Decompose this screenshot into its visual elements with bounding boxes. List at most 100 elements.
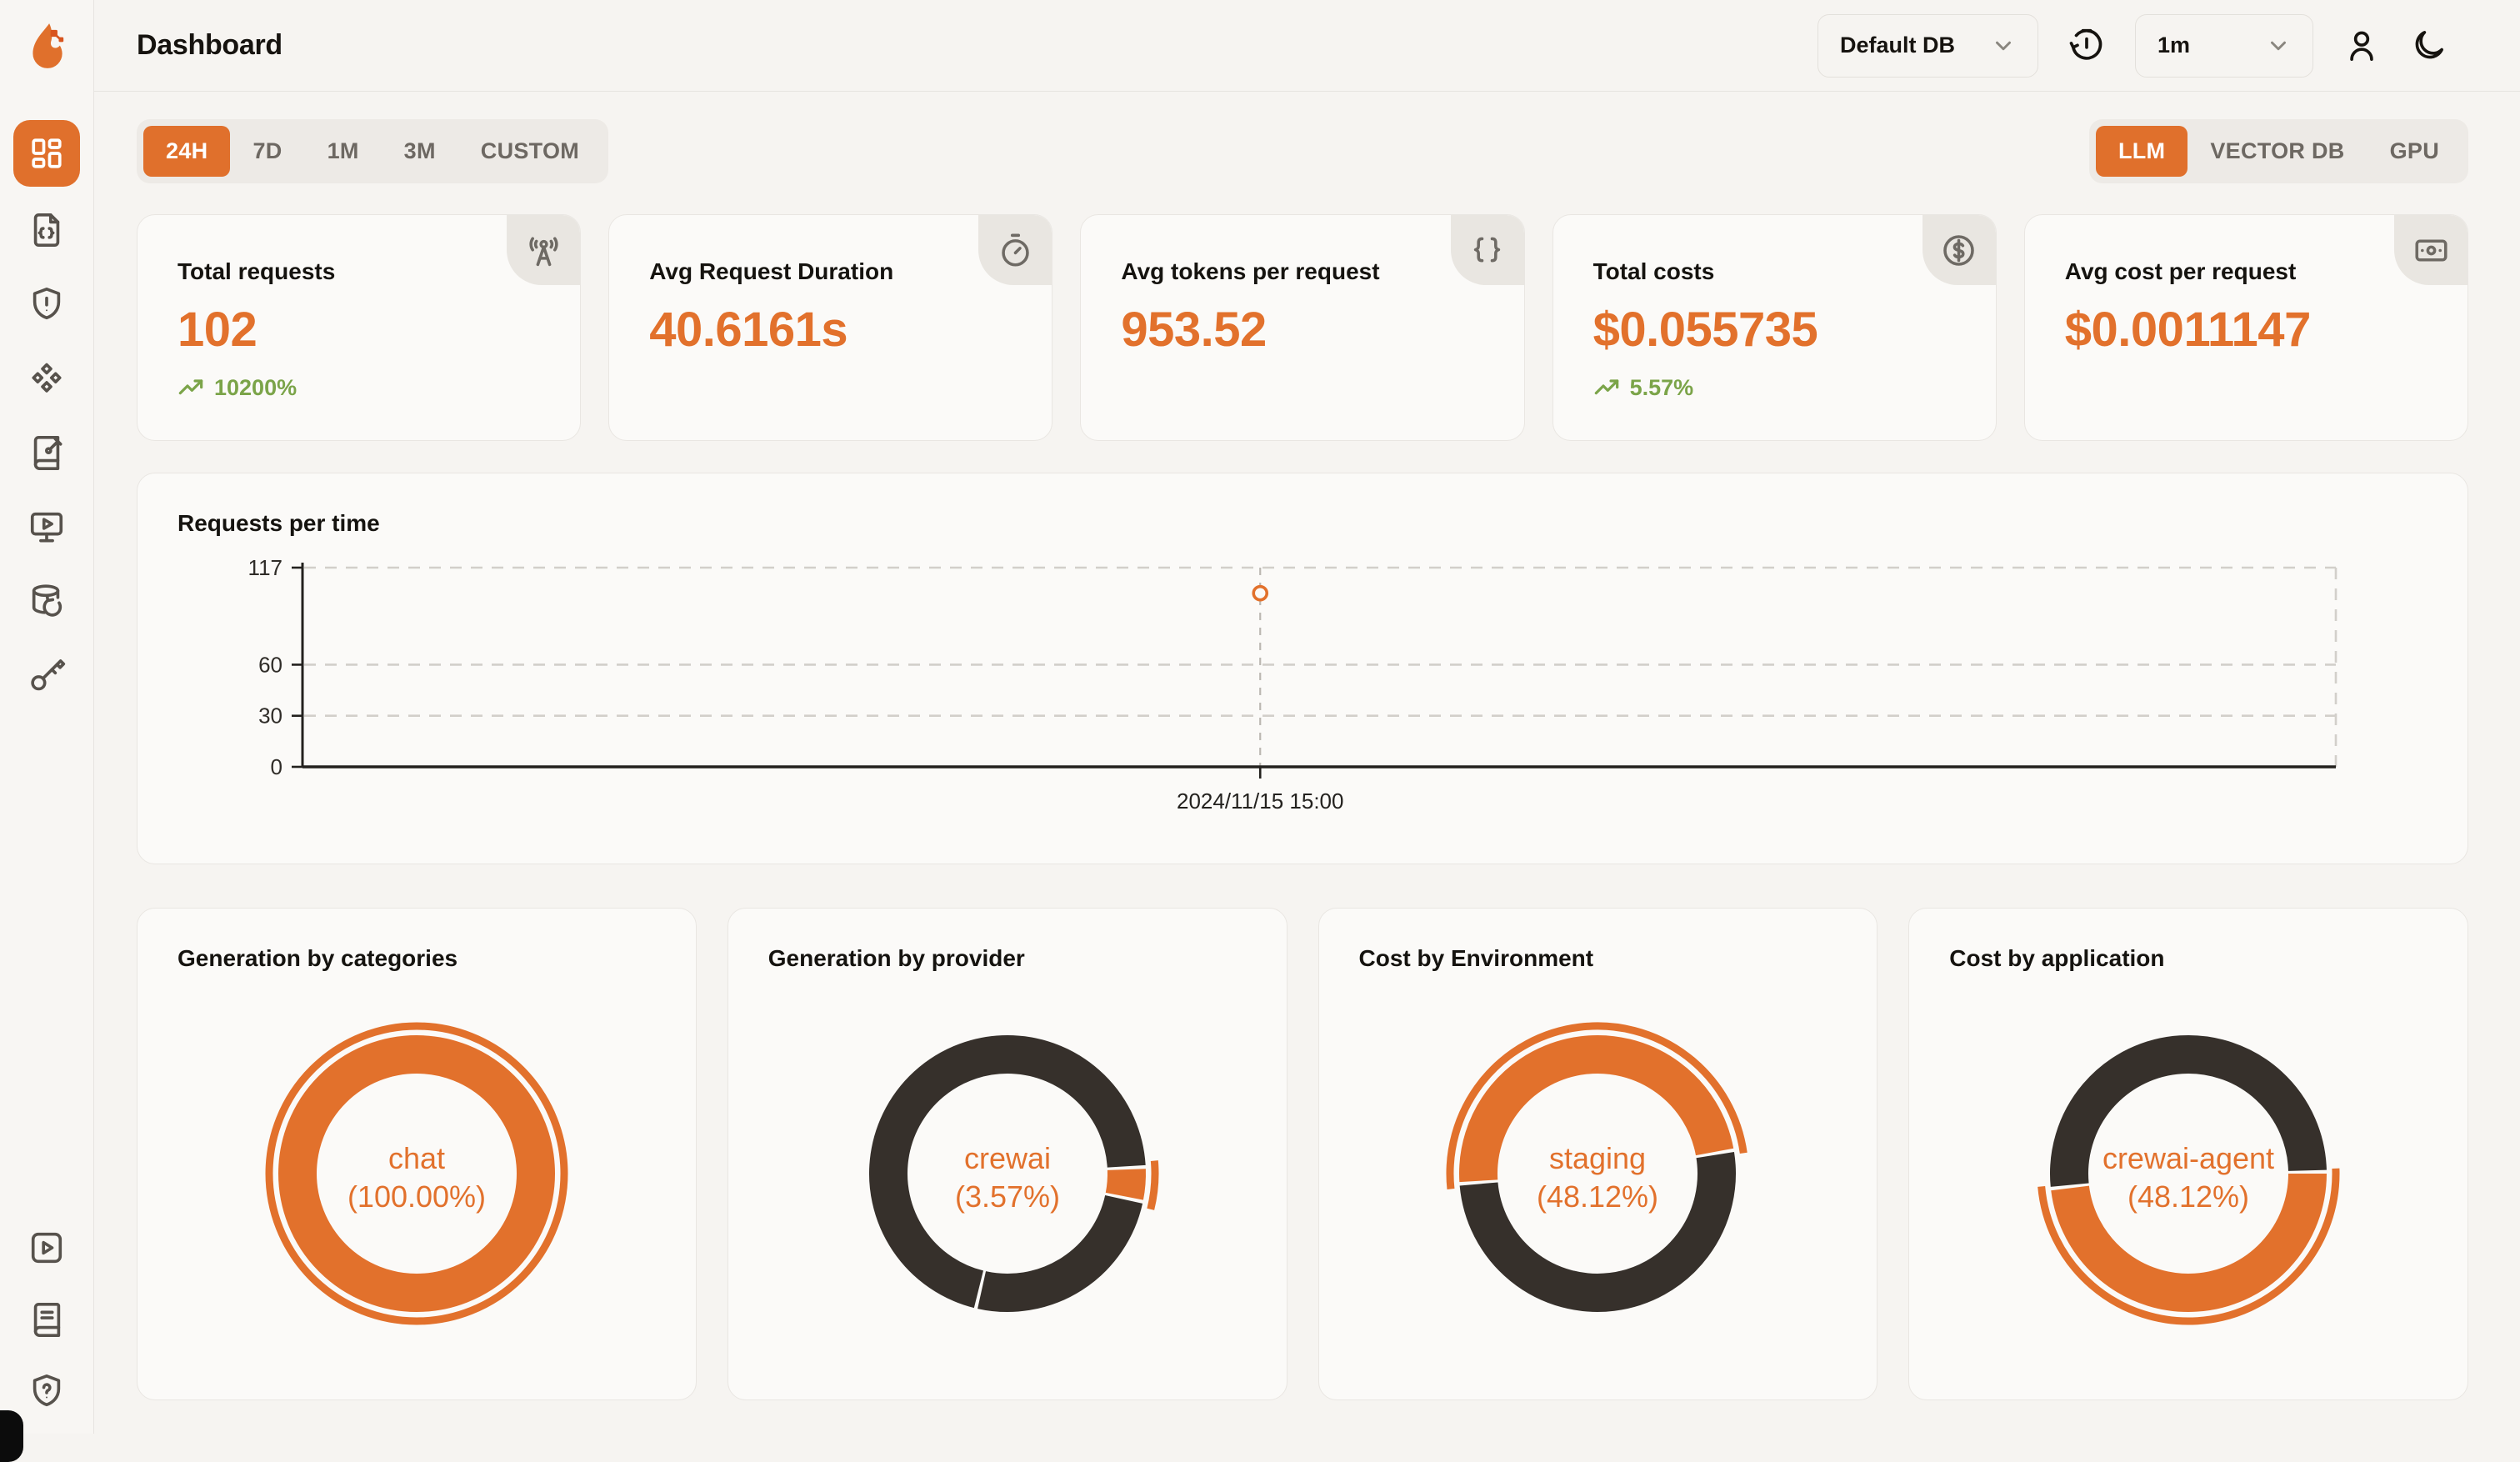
flame-logo-icon <box>25 22 68 70</box>
sidebar-item-tutorials[interactable] <box>13 1228 80 1268</box>
stat-label: Avg tokens per request <box>1121 258 1483 285</box>
interval-selector[interactable]: 1m <box>2135 14 2313 78</box>
sidebar-item-api-keys[interactable] <box>13 655 80 695</box>
sidebar <box>0 0 94 1434</box>
stat-trend: 5.57% <box>1593 374 1956 401</box>
stat-card-avg-duration: Avg Request Duration 40.6161s <box>608 214 1052 441</box>
stat-cards-row: Total requests 102 10200% <box>137 214 2468 441</box>
sidebar-bottom-group <box>13 1228 80 1411</box>
chart-title: Cost by application <box>1949 945 2164 972</box>
stat-value: 953.52 <box>1121 302 1483 358</box>
sidebar-item-components[interactable] <box>13 358 80 398</box>
stat-value: 40.6161s <box>649 302 1012 358</box>
chart-title: Cost by Environment <box>1359 945 1594 972</box>
timer-reset-icon <box>2068 28 2105 64</box>
chat-bubble-peek[interactable] <box>0 1410 23 1462</box>
topbar: Dashboard Default DB 1m <box>94 0 2520 92</box>
svg-text:0: 0 <box>271 754 282 779</box>
theme-toggle-button[interactable] <box>2410 28 2447 64</box>
topbar-controls: Default DB 1m <box>1818 14 2447 78</box>
stat-card-total-costs: Total costs $0.055735 5.57% <box>1552 214 1997 441</box>
stopwatch-icon <box>978 215 1052 285</box>
app-logo[interactable] <box>25 0 68 92</box>
shield-question-icon <box>28 1372 66 1410</box>
moon-icon <box>2410 28 2447 64</box>
database-restore-icon <box>28 582 66 620</box>
svg-text:2024/11/15 15:00: 2024/11/15 15:00 <box>1177 789 1343 814</box>
stat-card-avg-tokens: Avg tokens per request 953.52 <box>1080 214 1524 441</box>
svg-text:60: 60 <box>258 652 282 677</box>
dollar-circle-icon <box>1922 215 1996 285</box>
generation-by-categories-donut[interactable]: chat(100.00%) <box>258 1015 575 1332</box>
svg-text:30: 30 <box>258 703 282 728</box>
source-tabs: LLM VECTOR DB GPU <box>2089 119 2468 183</box>
stat-value: $0.0011147 <box>2065 302 2428 358</box>
sidebar-item-dashboard[interactable] <box>13 120 80 187</box>
db-selector[interactable]: Default DB <box>1818 14 2038 78</box>
sidebar-item-docs[interactable] <box>13 1299 80 1339</box>
donut-card-application: Cost by application crewai-agent(48.12%) <box>1908 908 2468 1400</box>
user-menu-button[interactable] <box>2343 28 2380 64</box>
svg-text:117: 117 <box>248 555 282 580</box>
stat-label: Total requests <box>178 258 540 285</box>
chart-title: Generation by provider <box>768 945 1025 972</box>
sidebar-item-requests[interactable] <box>13 210 80 250</box>
donut-card-provider: Generation by provider crewai(3.57%) <box>728 908 1288 1400</box>
tab-3m[interactable]: 3M <box>382 126 458 177</box>
requests-per-time-chart[interactable]: 0 30 60 117 2024/11/15 15:00 <box>178 543 2429 860</box>
key-icon <box>28 656 66 694</box>
book-pen-icon <box>28 433 66 472</box>
generation-by-provider-donut[interactable]: crewai(3.57%) <box>849 1015 1166 1332</box>
cost-by-application-donut[interactable]: crewai-agent(48.12%) <box>2030 1015 2347 1332</box>
page-title: Dashboard <box>137 29 282 62</box>
chart-title: Requests per time <box>178 510 2428 537</box>
interval-selector-value: 1m <box>2158 33 2190 58</box>
donut-card-categories: Generation by categories chat(100.00%) <box>137 908 697 1400</box>
sidebar-item-security[interactable] <box>13 284 80 324</box>
chart-title: Generation by categories <box>178 945 458 972</box>
stat-card-total-requests: Total requests 102 10200% <box>137 214 581 441</box>
stat-value: $0.055735 <box>1593 302 1956 358</box>
tab-gpu[interactable]: GPU <box>2368 126 2462 177</box>
time-range-tabs: 24H 7D 1M 3M CUSTOM <box>137 119 608 183</box>
file-code-icon <box>28 211 66 249</box>
stat-value: 102 <box>178 302 540 358</box>
stat-card-avg-cost: Avg cost per request $0.0011147 <box>2024 214 2468 441</box>
dashboard-content: 24H 7D 1M 3M CUSTOM LLM VECTOR DB GPU <box>94 92 2520 1434</box>
stat-label: Avg cost per request <box>2065 258 2428 285</box>
svg-text:chat(100.00%): chat(100.00%) <box>348 1141 486 1214</box>
donut-card-environment: Cost by Environment staging(48.12%) <box>1318 908 1878 1400</box>
stat-label: Avg Request Duration <box>649 258 1012 285</box>
db-selector-value: Default DB <box>1840 33 1955 58</box>
dashboard-icon <box>29 136 64 171</box>
sidebar-item-vector-db[interactable] <box>13 581 80 621</box>
tab-vector-db[interactable]: VECTOR DB <box>2188 126 2367 177</box>
sidebar-item-help[interactable] <box>13 1371 80 1411</box>
braces-icon <box>1451 215 1524 285</box>
stat-label: Total costs <box>1593 258 1956 285</box>
chevron-down-icon <box>2266 33 2291 58</box>
refresh-interval-button[interactable] <box>2068 28 2105 64</box>
svg-text:crewai-agent(48.12%): crewai-agent(48.12%) <box>2102 1141 2274 1214</box>
donut-cards-row: Generation by categories chat(100.00%) G… <box>137 908 2468 1400</box>
svg-text:crewai(3.57%): crewai(3.57%) <box>955 1141 1060 1214</box>
sidebar-item-demos[interactable] <box>13 507 80 547</box>
trending-up-icon <box>1593 374 1620 401</box>
tab-1m[interactable]: 1M <box>305 126 382 177</box>
cost-by-environment-donut[interactable]: staging(48.12%) <box>1439 1015 1756 1332</box>
banknote-icon <box>2394 215 2468 285</box>
tab-custom[interactable]: CUSTOM <box>458 126 602 177</box>
user-icon <box>2343 28 2380 64</box>
app-root: Dashboard Default DB 1m <box>0 0 2520 1434</box>
trending-up-icon <box>178 374 204 401</box>
chevron-down-icon <box>1991 33 2016 58</box>
sidebar-item-evaluations[interactable] <box>13 433 80 473</box>
tab-llm[interactable]: LLM <box>2096 126 2188 177</box>
component-diamonds-icon <box>28 359 66 398</box>
tab-7d[interactable]: 7D <box>230 126 304 177</box>
monitor-play-icon <box>28 508 66 546</box>
radio-tower-icon <box>507 215 580 285</box>
svg-text:staging(48.12%): staging(48.12%) <box>1537 1141 1658 1214</box>
book-icon <box>28 1300 66 1339</box>
tab-24h[interactable]: 24H <box>143 126 230 177</box>
